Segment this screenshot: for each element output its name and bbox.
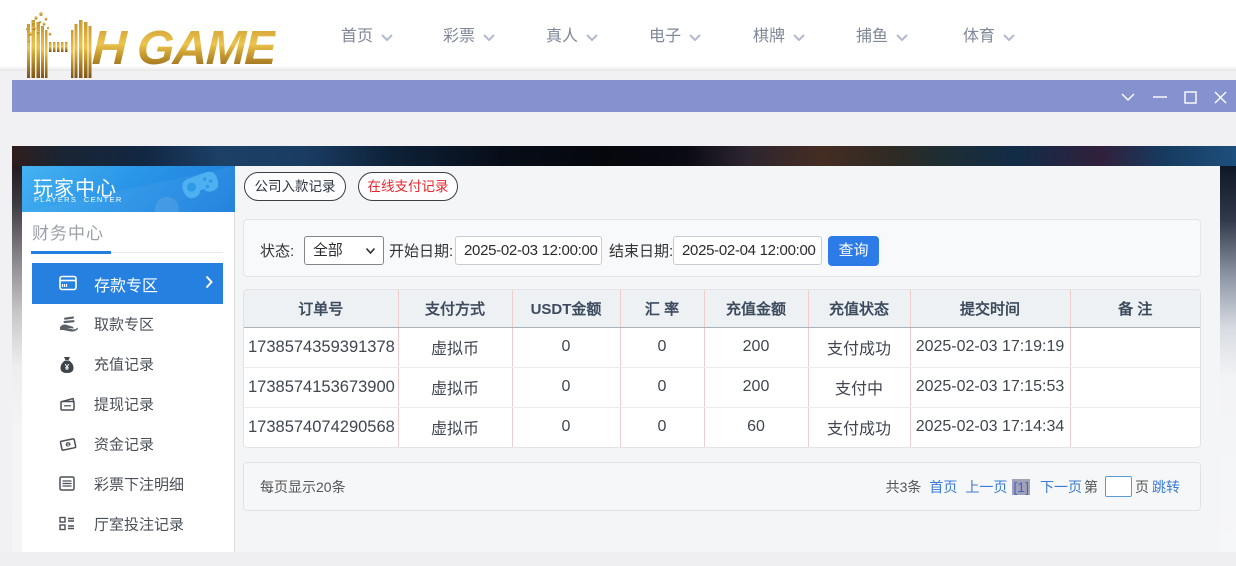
svg-text:¥: ¥	[65, 363, 70, 372]
